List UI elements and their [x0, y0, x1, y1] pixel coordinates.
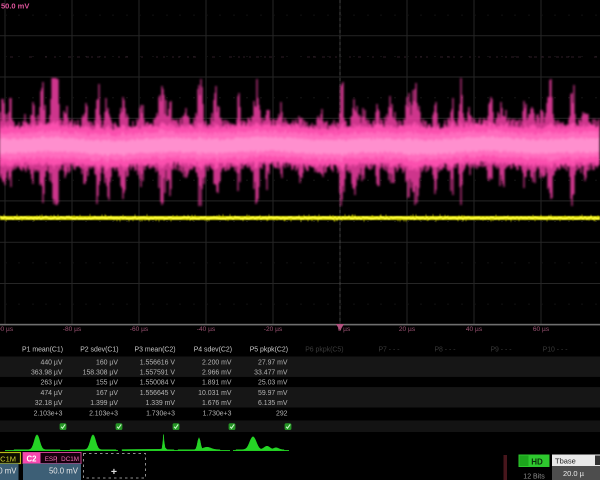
svg-text:1.339 mV: 1.339 mV — [146, 400, 176, 407]
svg-text:2.966 mV: 2.966 mV — [202, 370, 232, 377]
svg-text:60 µs: 60 µs — [533, 326, 550, 333]
svg-text:20.0 mV: 20.0 mV — [0, 467, 17, 476]
svg-text:2.103e+3: 2.103e+3 — [89, 410, 118, 417]
svg-text:DC1M: DC1M — [61, 456, 79, 463]
svg-text:363.98 µV: 363.98 µV — [31, 370, 63, 377]
svg-text:27.97 mV: 27.97 mV — [258, 359, 288, 366]
svg-text:-80 µs: -80 µs — [63, 326, 82, 333]
svg-text:-40 µs: -40 µs — [197, 326, 216, 333]
svg-text:292: 292 — [276, 410, 288, 417]
svg-text:20 µs: 20 µs — [399, 326, 416, 333]
svg-text:1.399 µV: 1.399 µV — [90, 400, 118, 407]
svg-text:474 µV: 474 µV — [41, 390, 63, 397]
svg-text:P6 pkpk(C5): P6 pkpk(C5) — [305, 347, 343, 354]
svg-text:440 µV: 440 µV — [41, 359, 63, 366]
svg-text:DC1M: DC1M — [0, 455, 16, 464]
svg-text:Tbase: Tbase — [555, 456, 576, 465]
svg-text:20.0 µ: 20.0 µ — [563, 469, 585, 478]
svg-text:12 Bits: 12 Bits — [523, 474, 545, 480]
svg-text:6.135 mV: 6.135 mV — [258, 400, 288, 407]
svg-text:1.556645 V: 1.556645 V — [140, 390, 176, 397]
svg-text:-60 µs: -60 µs — [130, 326, 149, 333]
svg-text:1.676 mV: 1.676 mV — [202, 400, 232, 407]
svg-text:C2: C2 — [27, 455, 38, 464]
svg-text:40 µs: 40 µs — [466, 326, 483, 333]
svg-text:160 µV: 160 µV — [96, 359, 118, 366]
svg-text:10.031 mV: 10.031 mV — [198, 390, 232, 397]
svg-text:50.0 mV: 50.0 mV — [49, 467, 79, 476]
svg-text:P2 sdev(C1): P2 sdev(C1) — [80, 347, 118, 354]
svg-text:263 µV: 263 µV — [41, 380, 63, 387]
svg-text:167 µV: 167 µV — [96, 390, 118, 397]
svg-text:+: + — [111, 466, 117, 478]
svg-text:P8 - - -: P8 - - - — [434, 347, 455, 354]
svg-text:1.891 mV: 1.891 mV — [202, 380, 232, 387]
svg-text:59.97 mV: 59.97 mV — [258, 390, 288, 397]
svg-text:25.03 mV: 25.03 mV — [258, 380, 288, 387]
svg-text:33.477 mV: 33.477 mV — [254, 370, 288, 377]
svg-text:158.308 µV: 158.308 µV — [83, 370, 119, 377]
svg-text:HD: HD — [531, 457, 543, 466]
svg-text:P10 - - -: P10 - - - — [543, 347, 568, 354]
svg-text:1.556616 V: 1.556616 V — [140, 359, 176, 366]
svg-text:00 µs: 00 µs — [0, 326, 14, 333]
svg-text:1.550084 V: 1.550084 V — [140, 380, 176, 387]
svg-text:P9 - - -: P9 - - - — [490, 347, 511, 354]
svg-text:1.730e+3: 1.730e+3 — [203, 410, 232, 417]
svg-text:50.0 mV: 50.0 mV — [1, 2, 29, 11]
svg-text:0 µs: 0 µs — [338, 326, 351, 333]
svg-text:P4 sdev(C2): P4 sdev(C2) — [194, 347, 232, 354]
svg-text:P3 mean(C2): P3 mean(C2) — [135, 347, 176, 354]
svg-text:P1 mean(C1): P1 mean(C1) — [22, 347, 63, 354]
svg-text:1.730e+3: 1.730e+3 — [146, 410, 175, 417]
svg-text:32.18 µV: 32.18 µV — [35, 400, 63, 407]
svg-text:1.557591 V: 1.557591 V — [140, 370, 176, 377]
svg-text:2.103e+3: 2.103e+3 — [34, 410, 63, 417]
svg-text:155 µV: 155 µV — [96, 380, 118, 387]
svg-text:P5 pkpk(C2): P5 pkpk(C2) — [250, 347, 288, 354]
svg-text:2.200 mV: 2.200 mV — [202, 359, 232, 366]
svg-text:-20 µs: -20 µs — [264, 326, 283, 333]
svg-text:P7 - - -: P7 - - - — [378, 347, 399, 354]
